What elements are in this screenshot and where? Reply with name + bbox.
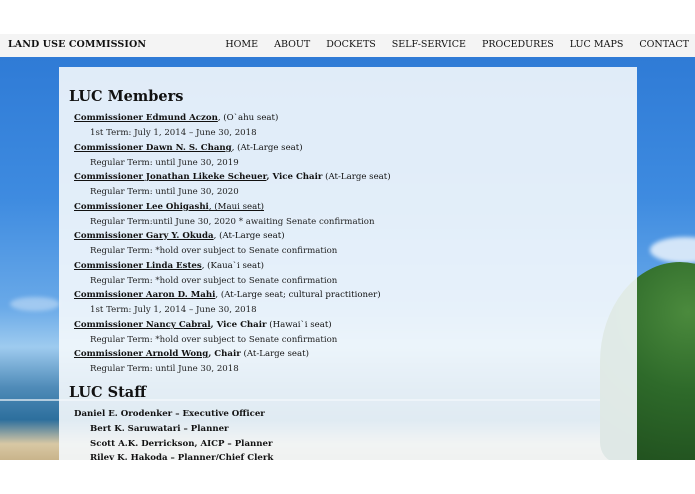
member-seat: , (At-Large seat; cultural practitioner) xyxy=(215,290,381,300)
member-role: , Vice Chair xyxy=(210,320,267,330)
member-term: Regular Term:until June 30, 2020 * await… xyxy=(90,217,375,227)
member-name-link[interactable]: Commissioner Jonathan Likeke Scheuer xyxy=(74,172,267,182)
nav-procedures[interactable]: PROCEDURES xyxy=(482,39,554,50)
member-row: Commissioner Lee Ohigashi, (Maui seat) xyxy=(74,202,264,212)
staff-member: Daniel E. Orodenker – Executive Officer xyxy=(74,409,265,419)
member-seat: , (Kaua`i seat) xyxy=(201,261,264,271)
member-seat: (At-Large seat) xyxy=(322,172,391,182)
member-term: Regular Term: until June 30, 2018 xyxy=(90,364,239,374)
main-nav: HOME ABOUT DOCKETS SELF-SERVICE PROCEDUR… xyxy=(209,39,689,50)
member-row: Commissioner Arnold Wong, Chair (At-Larg… xyxy=(74,349,309,359)
member-row: Commissioner Aaron D. Mahi, (At-Large se… xyxy=(74,290,381,300)
staff-member: Scott A.K. Derrickson, AICP – Planner xyxy=(90,439,273,449)
member-term: Regular Term: *hold over subject to Sena… xyxy=(90,335,338,345)
member-row: Commissioner Jonathan Likeke Scheuer, Vi… xyxy=(74,172,391,182)
staff-heading: LUC Staff xyxy=(69,384,147,401)
members-heading: LUC Members xyxy=(69,88,184,105)
content-panel: LUC Members Commissioner Edmund Aczon, (… xyxy=(59,67,637,463)
member-term: Regular Term: until June 30, 2020 xyxy=(90,187,239,197)
member-row: Commissioner Nancy Cabral, Vice Chair (H… xyxy=(74,320,332,330)
staff-member: Bert K. Saruwatari – Planner xyxy=(90,424,229,434)
member-name-link[interactable]: Commissioner Dawn N. S. Chang xyxy=(74,143,232,153)
member-name-link[interactable]: Commissioner Arnold Wong xyxy=(74,349,208,359)
member-seat: , (Maui seat) xyxy=(208,202,265,212)
cloud xyxy=(650,237,695,263)
top-navigation-bar: LAND USE COMMISSION HOME ABOUT DOCKETS S… xyxy=(0,34,695,58)
member-term: Regular Term: until June 30, 2019 xyxy=(90,158,239,168)
nav-contact[interactable]: CONTACT xyxy=(639,39,689,50)
member-name-link[interactable]: Commissioner Lee Ohigashi xyxy=(74,202,209,212)
member-role: , Chair xyxy=(208,349,241,359)
member-term: Regular Term: *hold over subject to Sena… xyxy=(90,246,338,256)
viewport-bottom-margin xyxy=(0,460,695,494)
member-term: 1st Term: July 1, 2014 – June 30, 2018 xyxy=(90,128,257,138)
member-name-link[interactable]: Commissioner Nancy Cabral xyxy=(74,320,211,330)
nav-self-service[interactable]: SELF-SERVICE xyxy=(392,39,466,50)
member-name-link[interactable]: Commissioner Edmund Aczon xyxy=(74,113,218,123)
site-brand[interactable]: LAND USE COMMISSION xyxy=(8,39,146,50)
member-term: Regular Term: *hold over subject to Sena… xyxy=(90,276,338,286)
nav-home[interactable]: HOME xyxy=(225,39,258,50)
member-name-link[interactable]: Commissioner Linda Estes xyxy=(74,261,202,271)
nav-about[interactable]: ABOUT xyxy=(274,39,310,50)
member-seat: , (At-Large seat) xyxy=(231,143,303,153)
member-row: Commissioner Dawn N. S. Chang, (At-Large… xyxy=(74,143,303,153)
member-seat: , (O`ahu seat) xyxy=(217,113,279,123)
member-seat: , (At-Large seat) xyxy=(213,231,285,241)
member-term: 1st Term: July 1, 2014 – June 30, 2018 xyxy=(90,305,257,315)
member-row: Commissioner Linda Estes, (Kaua`i seat) xyxy=(74,261,264,271)
member-row: Commissioner Edmund Aczon, (O`ahu seat) xyxy=(74,113,278,123)
member-seat: (At-Large seat) xyxy=(240,349,309,359)
member-name-link[interactable]: Commissioner Gary Y. Okuda xyxy=(74,231,214,241)
member-role: , Vice Chair xyxy=(266,172,323,182)
member-seat: (Hawai`i seat) xyxy=(266,320,332,330)
cloud xyxy=(10,297,60,311)
nav-dockets[interactable]: DOCKETS xyxy=(326,39,376,50)
nav-luc-maps[interactable]: LUC MAPS xyxy=(570,39,624,50)
member-row: Commissioner Gary Y. Okuda, (At-Large se… xyxy=(74,231,285,241)
member-name-link[interactable]: Commissioner Aaron D. Mahi xyxy=(74,290,215,300)
